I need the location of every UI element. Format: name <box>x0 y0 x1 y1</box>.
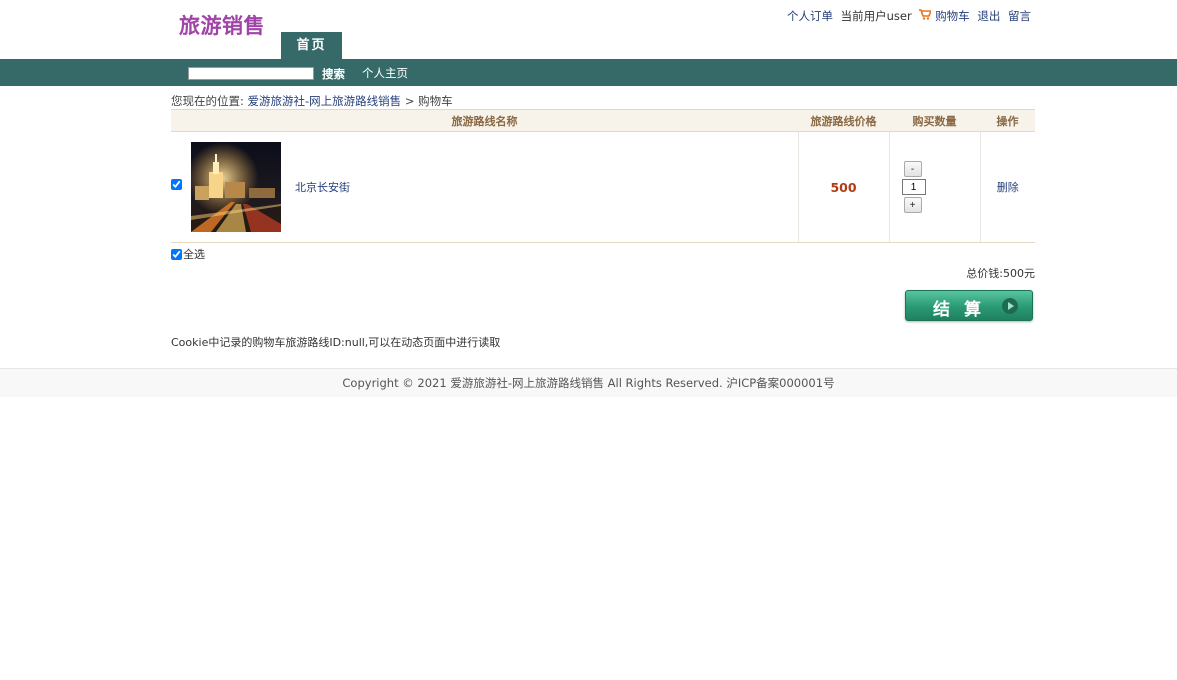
col-route-name: 旅游路线名称 <box>171 109 798 132</box>
decrease-qty-button[interactable]: - <box>903 161 922 177</box>
route-name-cell: 北京长安街 <box>171 131 798 243</box>
play-icon <box>1002 298 1018 314</box>
current-user-label: 当前用户user <box>840 9 912 23</box>
cart-link[interactable]: 购物车 <box>935 9 970 23</box>
tab-home[interactable]: 首页 <box>281 32 342 59</box>
cookie-note: Cookie中记录的购物车旅游路线ID:null,可以在动态页面中进行读取 <box>171 336 501 349</box>
footer: Copyright © 2021 爱游旅游社-网上旅游路线销售 All Righ… <box>0 368 1177 397</box>
breadcrumb: 您现在的位置: 爱游旅游社-网上旅游路线销售 > 购物车 <box>171 93 453 109</box>
route-name-link[interactable]: 北京长安街 <box>295 179 350 195</box>
increase-qty-button[interactable]: + <box>903 197 922 213</box>
breadcrumb-site-link[interactable]: 爱游旅游社-网上旅游路线销售 <box>248 94 402 108</box>
col-operation: 操作 <box>980 109 1035 132</box>
checkout-label: 结算 <box>933 300 995 320</box>
cart-header-row: 旅游路线名称 旅游路线价格 购买数量 操作 <box>171 109 1035 132</box>
site-logo: 旅游销售 <box>179 14 265 38</box>
col-route-price: 旅游路线价格 <box>798 109 889 132</box>
select-all[interactable]: 全选 <box>171 246 205 262</box>
breadcrumb-prefix: 您现在的位置: <box>171 94 244 108</box>
cart-icon <box>919 9 935 23</box>
logout-link[interactable]: 退出 <box>977 9 1000 23</box>
operation-cell: 删除 <box>979 131 1035 243</box>
search-button[interactable]: 搜索 <box>322 66 345 82</box>
total-price: 总价钱:500元 <box>966 267 1035 280</box>
table-row: 北京长安街 500 - + 删除 <box>171 131 1035 243</box>
cart-table: 旅游路线名称 旅游路线价格 购买数量 操作 北京长安街 500 - 1 + 删除 <box>171 109 1035 243</box>
search-input[interactable] <box>188 67 314 80</box>
route-thumbnail[interactable] <box>191 142 281 232</box>
breadcrumb-current: 购物车 <box>418 94 453 108</box>
quantity-input[interactable] <box>901 179 926 195</box>
quantity-cell: - + <box>888 131 980 243</box>
delete-link[interactable]: 删除 <box>997 181 1019 194</box>
top-links: 个人订单 当前用户user 购物车 退出 留言 <box>787 8 1031 24</box>
nav-bar: 搜索 个人主页 <box>0 59 1177 86</box>
my-orders-link[interactable]: 个人订单 <box>787 9 833 23</box>
item-checkbox[interactable] <box>171 179 182 190</box>
route-price: 500 <box>797 131 889 243</box>
message-link[interactable]: 留言 <box>1008 9 1031 23</box>
col-quantity: 购买数量 <box>889 109 980 132</box>
breadcrumb-separator: > <box>404 94 415 108</box>
profile-link[interactable]: 个人主页 <box>362 65 408 81</box>
checkout-button[interactable]: 结算 <box>905 290 1033 321</box>
select-all-checkbox[interactable] <box>171 248 182 260</box>
select-all-label: 全选 <box>183 248 205 261</box>
